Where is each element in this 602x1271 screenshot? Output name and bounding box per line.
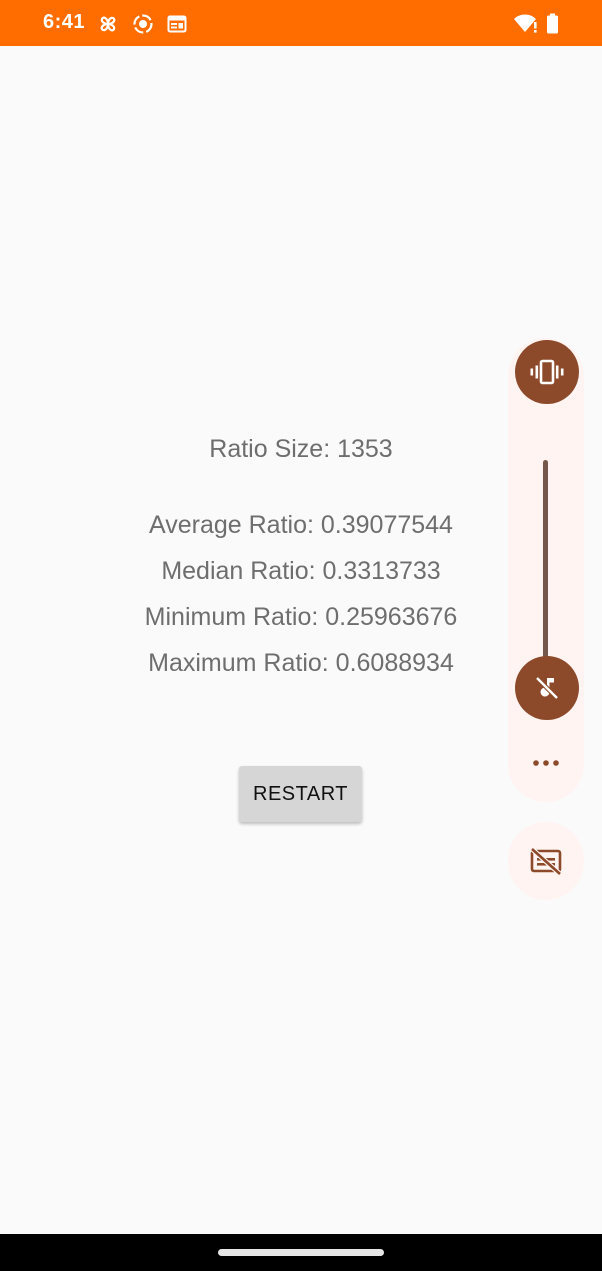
restart-button[interactable]: RESTART: [239, 766, 362, 822]
vibrate-icon: [529, 358, 565, 386]
battery-icon: [545, 13, 567, 35]
media-mute-button[interactable]: [515, 656, 579, 720]
captions-button[interactable]: [508, 822, 584, 900]
captions-off-icon: [529, 847, 563, 875]
screen: 6:41 Ratio Size: 1353 Average Ratio: 0.3…: [0, 0, 602, 1271]
music-off-icon: [533, 674, 561, 702]
navigation-bar: [0, 1234, 602, 1271]
wifi-alert-icon: [513, 13, 537, 35]
volume-slider[interactable]: [543, 460, 548, 688]
calendar-icon: [166, 13, 188, 35]
home-handle[interactable]: [218, 1249, 384, 1256]
record-icon: [132, 13, 154, 35]
status-bar: 6:41: [0, 0, 602, 46]
pinwheel-icon: [97, 13, 119, 35]
ringer-mode-button[interactable]: [515, 340, 579, 404]
more-horiz-icon[interactable]: [530, 755, 562, 771]
status-time: 6:41: [43, 11, 86, 33]
